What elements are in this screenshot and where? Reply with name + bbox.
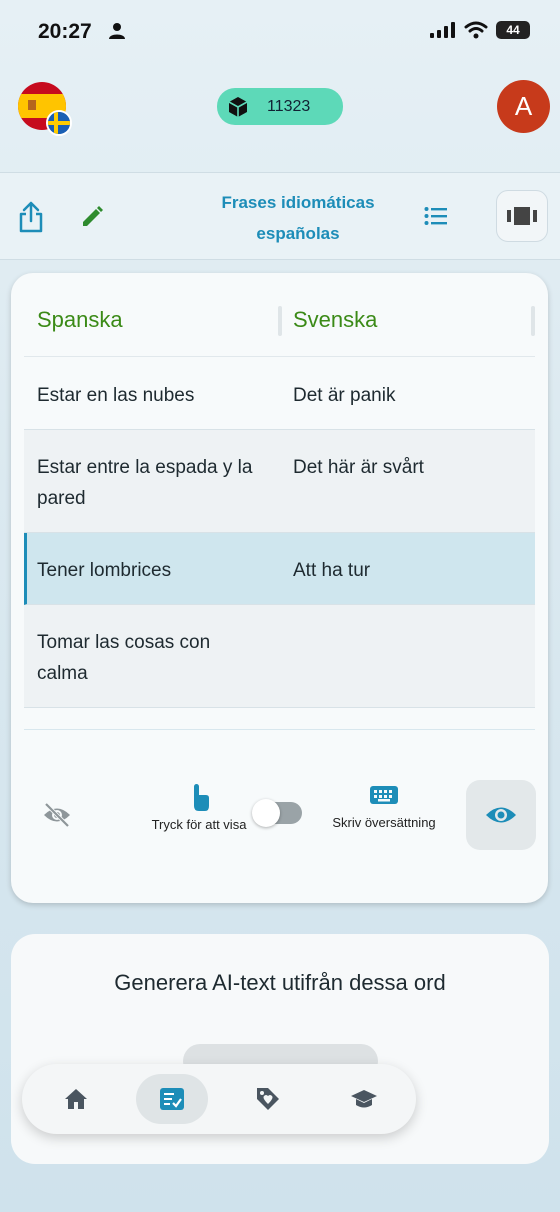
tag-heart-icon	[257, 1088, 279, 1110]
graduation-cap-icon	[351, 1090, 377, 1108]
person-icon	[109, 23, 125, 39]
table-row-selected[interactable]: Tener lombrices Att ha tur	[24, 533, 535, 605]
column-header-target[interactable]: Svenska	[293, 307, 377, 333]
column-header-source[interactable]: Spanska	[37, 307, 123, 333]
flashcards-view-button[interactable]	[496, 190, 548, 242]
status-indicators: 44	[430, 21, 530, 39]
bottom-navigation	[22, 1064, 416, 1134]
status-time: 20:27	[38, 20, 92, 43]
mode-toggle[interactable]	[252, 799, 302, 827]
list-icon[interactable]	[424, 206, 448, 226]
list-title: Frases idiomáticas españolas	[221, 193, 375, 243]
row-source: Tener lombrices	[37, 560, 172, 581]
pencil-icon[interactable]	[80, 205, 104, 229]
nav-learn[interactable]	[328, 1074, 400, 1124]
toggle-knob	[252, 799, 280, 827]
list-toolbar: Frases idiomáticas españolas	[0, 172, 560, 260]
row-source: Tomar las cosas con calma	[37, 632, 211, 684]
row-target: Det är panik	[293, 385, 396, 406]
table-row[interactable]: Estar entre la espada y la pared Det här…	[24, 430, 535, 533]
cards-carousel-icon	[507, 207, 537, 225]
row-target: Att ha tur	[293, 560, 371, 581]
home-icon	[65, 1089, 87, 1109]
sweden-flag-icon	[46, 110, 72, 136]
tap-to-show-label: Tryck för att visa	[151, 817, 247, 832]
coins-count: 11323	[267, 97, 311, 115]
wifi-icon	[464, 21, 488, 39]
user-avatar[interactable]: A	[497, 80, 550, 133]
nav-favorites[interactable]	[232, 1074, 304, 1124]
cube-icon	[228, 96, 248, 117]
battery-indicator: 44	[496, 21, 530, 39]
ai-generate-text: Generera AI-text utifrån dessa ord	[114, 970, 446, 995]
row-source: Estar en las nubes	[37, 385, 195, 406]
type-translation-label: Skriv översättning	[332, 815, 436, 830]
table-header: Spanska Svenska	[24, 273, 535, 357]
status-bar: 20:27 44	[0, 0, 560, 62]
nav-home[interactable]	[40, 1074, 112, 1124]
tap-to-show-option[interactable]: Tryck för att visa	[144, 782, 254, 834]
table-row[interactable]: Estar en las nubes Det är panik	[24, 357, 535, 430]
eye-icon	[486, 807, 516, 823]
row-target: Det här är svårt	[293, 457, 424, 478]
table-row[interactable]: Tomar las cosas con calma	[24, 605, 535, 708]
tap-hand-icon	[194, 784, 209, 811]
keyboard-icon	[370, 786, 398, 804]
app-header: 11323 A	[0, 62, 560, 172]
column-resize-handle[interactable]	[531, 306, 535, 336]
type-translation-option[interactable]: Skriv översättning	[329, 784, 439, 832]
column-resize-handle[interactable]	[278, 306, 282, 336]
eye-off-icon[interactable]	[42, 802, 72, 828]
nav-vocabulary[interactable]	[136, 1074, 208, 1124]
review-controls: Tryck för att visa Skriv översättning	[24, 729, 536, 850]
coins-badge[interactable]: 11323	[217, 88, 343, 125]
row-source: Estar entre la espada y la pared	[37, 457, 253, 509]
show-translation-button[interactable]	[466, 780, 536, 850]
vocabulary-list-icon	[160, 1088, 184, 1110]
phrase-table-card: Spanska Svenska Estar en las nubes Det ä…	[11, 273, 548, 903]
signal-icon	[430, 22, 455, 38]
share-icon[interactable]	[18, 201, 44, 233]
